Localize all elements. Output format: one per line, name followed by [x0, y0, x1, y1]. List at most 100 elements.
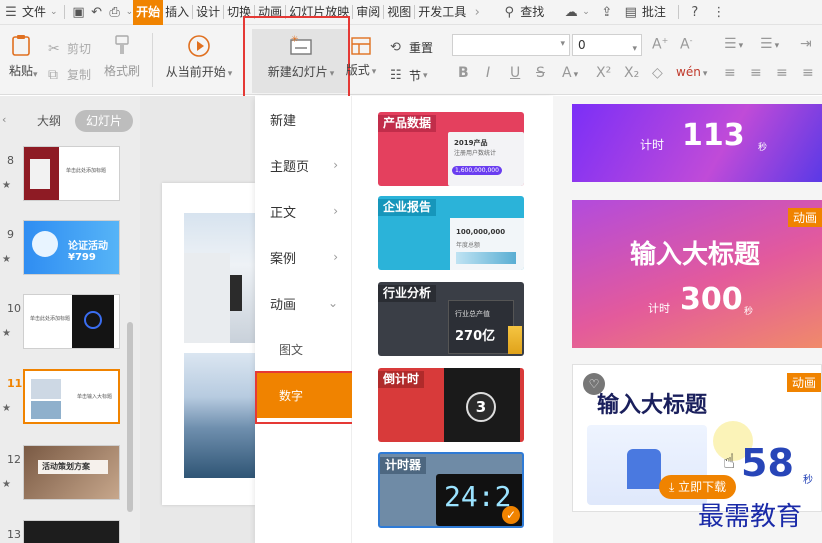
justify-icon[interactable]: ≡ — [802, 65, 814, 81]
format-painter-button[interactable]: 格式刷 — [100, 34, 144, 79]
undo-icon[interactable]: ↶ — [88, 0, 106, 25]
timer-number: 300 — [680, 282, 743, 317]
strikethrough-icon[interactable]: S — [536, 65, 545, 81]
comment-button[interactable]: 批注 — [640, 0, 668, 25]
tab-outline[interactable]: 大纲 — [30, 110, 68, 132]
italic-icon[interactable]: I — [486, 65, 490, 81]
subscript-icon[interactable]: X₂ — [624, 65, 639, 81]
save-icon[interactable]: ▣ — [70, 0, 88, 25]
file-menu[interactable]: 文件 — [20, 0, 48, 25]
slide-image — [84, 311, 102, 329]
search-icon[interactable]: ⚲ — [500, 0, 518, 25]
chevron-down-icon[interactable]: ⌄ — [582, 7, 590, 17]
menu-item-case[interactable]: 案例 › — [255, 234, 352, 280]
increase-font-icon[interactable]: A+ — [652, 36, 668, 53]
align-right-icon[interactable]: ≡ — [776, 65, 788, 81]
layout-button[interactable]: 版式 ▾ — [340, 36, 382, 78]
clear-format-icon[interactable]: ◇ — [652, 65, 663, 81]
template-card-timer[interactable]: 计时器 24:2 ✓ — [378, 452, 524, 528]
tab-insert[interactable]: 插入 — [163, 0, 191, 25]
slide-number: 10 — [7, 302, 21, 315]
font-size-select[interactable]: 0 ▾ — [572, 34, 642, 56]
copy-label: 复制 — [67, 68, 92, 82]
menu-item-new[interactable]: 新建 — [255, 96, 352, 142]
template-preview-timer-58[interactable]: 动画 ♡ 输入大标题 58 秒 ⤓ 立即下载 ☝ — [572, 364, 822, 512]
menu-bar: ☰ 文件 ⌄ ▣ ↶ ⎙ ⌄ 开始 插入 设计 切换 动画 幻灯片放映 审阅 视… — [0, 0, 822, 25]
slide-canvas[interactable] — [162, 183, 255, 505]
template-card-countdown[interactable]: 倒计时 3 — [378, 368, 524, 442]
menu-item-body[interactable]: 正文 › — [255, 188, 352, 234]
slide-image — [30, 159, 50, 189]
section-button[interactable]: ☷ 节 ▾ — [390, 67, 428, 84]
phonetic-icon[interactable]: wén ▾ — [676, 65, 707, 79]
cloud-sync-icon[interactable]: ☁ — [562, 0, 580, 25]
chevron-down-icon[interactable]: ⌄ — [50, 7, 58, 17]
reset-button[interactable]: ⟲ 重置 — [390, 39, 433, 56]
chevron-down-icon[interactable]: ▾ — [33, 70, 38, 80]
from-current-label: 从当前开始 ▾ — [165, 65, 233, 79]
hamburger-menu-icon[interactable]: ☰ — [2, 0, 20, 25]
menu-item-animation[interactable]: 动画 ⌄ — [255, 280, 352, 326]
tab-slides[interactable]: 幻灯片 — [75, 110, 133, 132]
bold-icon[interactable]: B — [458, 65, 469, 81]
decrease-font-icon[interactable]: A- — [680, 36, 692, 53]
slide-preview: 活动策划方案 — [23, 445, 120, 500]
slide-image — [31, 379, 61, 399]
scissors-icon: ✂ — [48, 40, 60, 57]
superscript-icon[interactable]: X² — [596, 65, 611, 81]
more-options-icon[interactable]: ⋮ — [710, 0, 728, 25]
timer-number: 58 — [741, 441, 794, 485]
numbered-list-icon[interactable]: ☰ ▾ — [760, 36, 779, 52]
tab-design[interactable]: 设计 — [194, 0, 222, 25]
building-wall — [184, 253, 230, 343]
font-color-icon[interactable]: A ▾ — [562, 65, 578, 81]
template-card-product-data[interactable]: 产品数据 2019产品 注册用户数统计 1,600,000,000 — [378, 112, 524, 186]
template-card-list: 产品数据 2019产品 注册用户数统计 1,600,000,000 企业报告 1… — [352, 96, 553, 543]
separator — [223, 5, 225, 19]
format-brush-icon — [115, 35, 129, 54]
template-card-industry-analysis[interactable]: 行业分析 行业总产值 270亿 — [378, 282, 524, 356]
tab-home[interactable]: 开始 — [133, 0, 164, 25]
font-name-select[interactable]: ▾ — [452, 34, 570, 56]
new-slide-dropdown: 新建 主题页 › 正文 › 案例 › 动画 ⌄ 图文 数字 产品数据 2019产… — [255, 96, 553, 543]
menu-item-theme[interactable]: 主题页 › — [255, 142, 352, 188]
slide-thumbnail-10[interactable]: 10 ★ 单击此处添加标题 — [0, 294, 125, 354]
search-button[interactable]: 查找 — [518, 0, 546, 25]
from-current-button[interactable]: 从当前开始 ▾ — [160, 34, 238, 80]
star-icon: ★ — [2, 328, 11, 339]
template-title: 输入大标题 — [597, 393, 708, 418]
template-preview-timer-300[interactable]: 动画 输入大标题 计时 300 秒 — [572, 200, 822, 348]
slide-thumbnail-13[interactable]: 13 — [0, 520, 125, 543]
align-center-icon[interactable]: ≡ — [750, 65, 762, 81]
help-icon[interactable]: ? — [686, 0, 704, 25]
underline-icon[interactable]: U — [510, 65, 520, 81]
template-card-enterprise-report[interactable]: 企业报告 100,000,000 年度总额 — [378, 196, 524, 270]
paste-icon — [12, 35, 30, 56]
cut-button[interactable]: ✂ 剪切 — [48, 40, 91, 57]
tab-view[interactable]: 视图 — [385, 0, 413, 25]
star-icon: ★ — [2, 403, 11, 414]
comment-icon[interactable]: ▤ — [622, 0, 640, 25]
thumbnail-scrollbar[interactable] — [127, 322, 133, 512]
slide-thumbnail-8[interactable]: 8 ★ 单击此处添加标题 — [0, 146, 125, 206]
more-icon[interactable]: ⌄ — [126, 7, 134, 17]
slide-thumbnail-11[interactable]: 11 ★ 单击输入大标题 — [0, 369, 125, 429]
countdown-circle: 3 — [466, 392, 496, 422]
bullet-list-icon[interactable]: ☰ ▾ — [724, 36, 743, 52]
share-icon[interactable]: ⇪ — [598, 0, 616, 25]
chevron-down-icon: ⌄ — [327, 296, 338, 310]
separator — [352, 5, 354, 19]
menu-item-image-text[interactable]: 图文 — [255, 326, 352, 372]
align-left-icon[interactable]: ≡ — [724, 65, 736, 81]
tab-developer[interactable]: 开发工具 — [416, 0, 468, 25]
slide-image — [32, 231, 58, 257]
print-icon[interactable]: ⎙ — [106, 0, 124, 25]
slide-thumbnail-9[interactable]: 9 ★ 论证活动 ¥799 — [0, 220, 125, 280]
collapse-panel-icon[interactable]: ‹ — [2, 113, 6, 126]
tab-review[interactable]: 审阅 — [354, 0, 382, 25]
template-preview-timer-113[interactable]: 计时 113 秒 — [572, 104, 822, 182]
slide-thumbnail-12[interactable]: 12 ★ 活动策划方案 — [0, 445, 125, 505]
copy-button[interactable]: ⧉ 复制 — [48, 66, 91, 83]
indent-icon[interactable]: ⇥ — [800, 36, 812, 52]
tabs-scroll-icon[interactable]: › — [468, 0, 486, 25]
